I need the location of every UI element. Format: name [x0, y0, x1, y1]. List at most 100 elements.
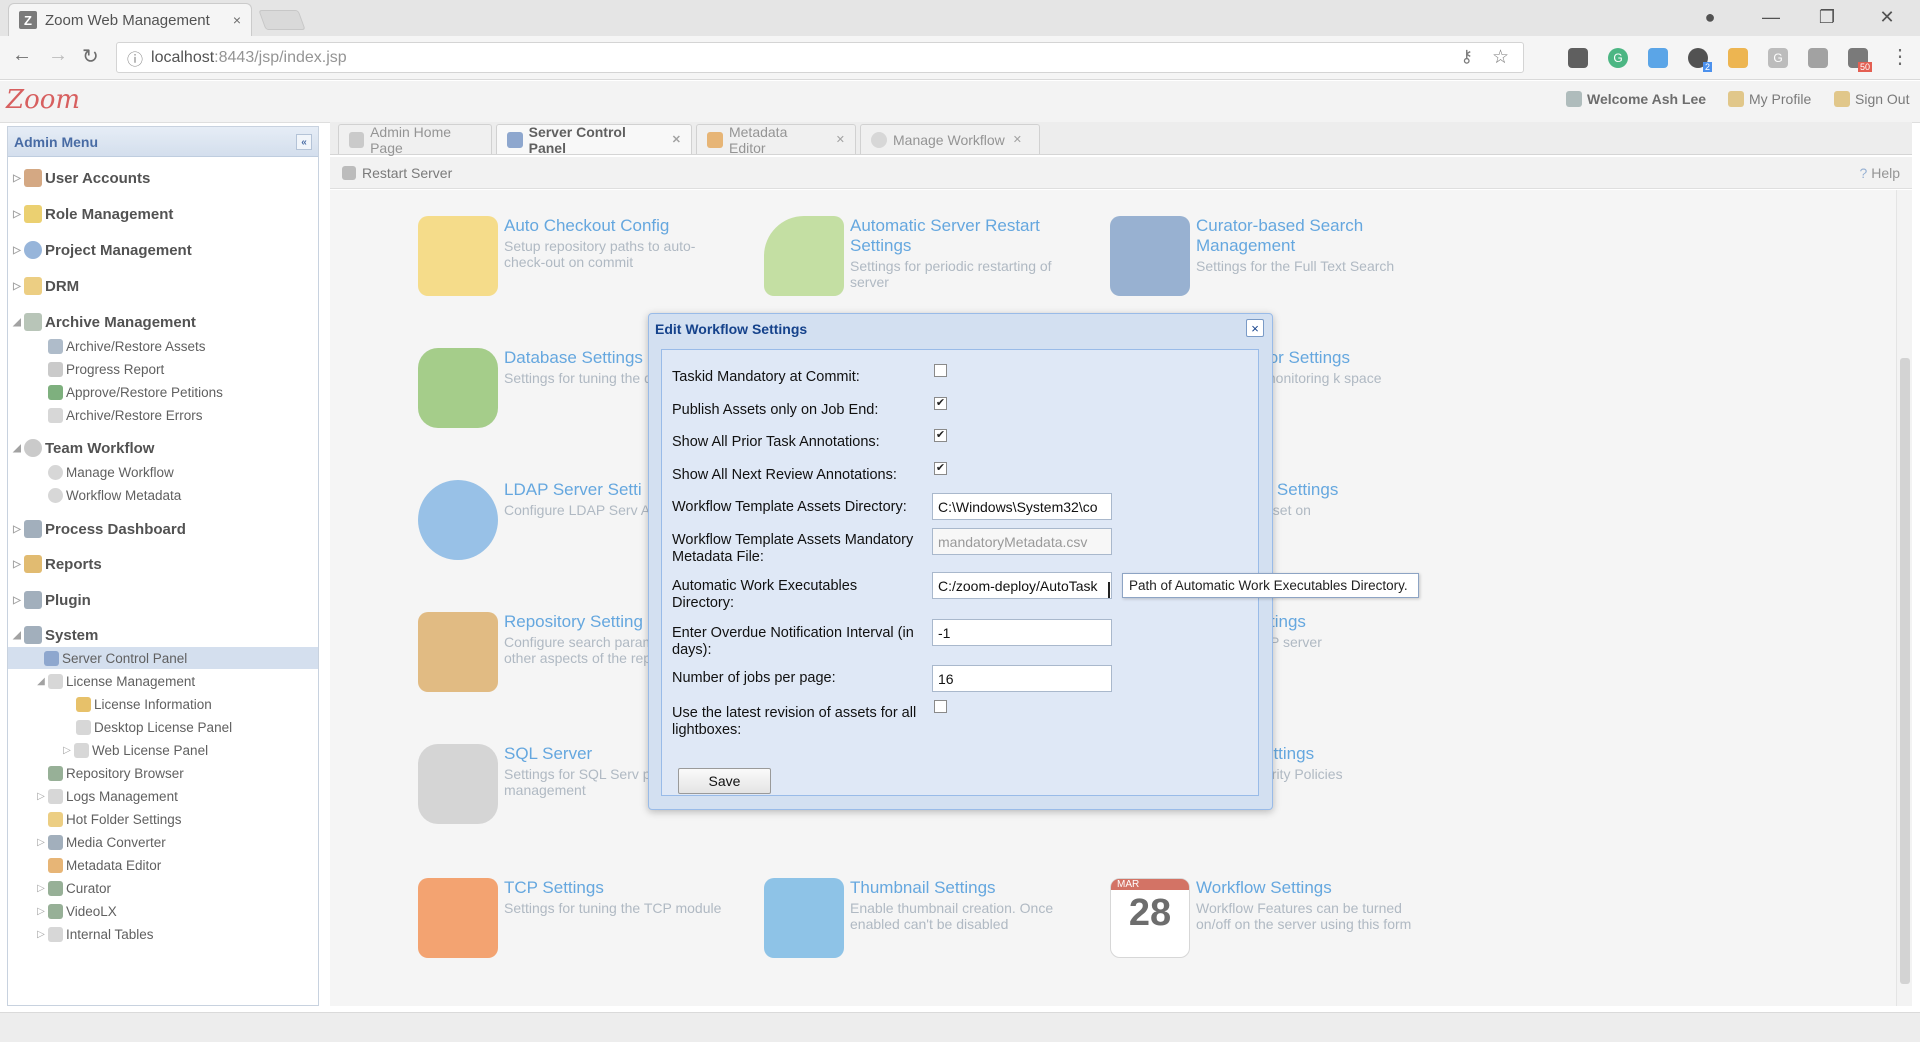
- sidebar-label: Process Dashboard: [45, 520, 186, 538]
- auto-exec-input[interactable]: [932, 572, 1112, 599]
- reload-icon[interactable]: ↻: [82, 44, 99, 69]
- extension-icon-1[interactable]: [1568, 48, 1588, 68]
- sidebar-item-license-management[interactable]: ◢ License Management: [34, 670, 195, 692]
- sidebar-item-manage-workflow[interactable]: Manage Workflow: [48, 461, 174, 483]
- sidebar-item-server-control-panel[interactable]: Server Control Panel: [8, 647, 318, 669]
- card-curator-search[interactable]: Curator-based Search Management Settings …: [1110, 216, 1440, 306]
- new-tab-button[interactable]: [258, 10, 306, 30]
- sign-out-link[interactable]: Sign Out: [1834, 91, 1909, 107]
- sidebar-item-hot-folder-settings[interactable]: Hot Folder Settings: [48, 808, 182, 830]
- scrollbar-thumb[interactable]: [1900, 358, 1910, 984]
- tab-server-control-panel[interactable]: Server Control Panel ✕: [496, 124, 692, 156]
- sidebar-item-web-license-panel[interactable]: ▷ Web License Panel: [60, 739, 208, 761]
- key-icon: [76, 696, 91, 712]
- sidebar-item-curator[interactable]: ▷ Curator: [34, 877, 111, 899]
- sidebar-label: Team Workflow: [45, 439, 155, 457]
- sidebar-item-system[interactable]: ◢ System: [10, 624, 98, 646]
- sidebar-item-workflow-metadata[interactable]: Workflow Metadata: [48, 484, 181, 506]
- card-auto-checkout[interactable]: Auto Checkout Config Setup repository pat…: [418, 216, 748, 306]
- template-dir-input[interactable]: [932, 493, 1112, 520]
- next-annotations-checkbox[interactable]: ✔: [934, 462, 947, 475]
- moon-extension-icon[interactable]: 2: [1688, 48, 1712, 72]
- sidebar-label: Archive/Restore Errors: [66, 407, 203, 423]
- latest-revision-checkbox[interactable]: [934, 700, 947, 713]
- restore-icon[interactable]: ❐: [1800, 0, 1854, 34]
- collapse-icon[interactable]: «: [296, 134, 312, 150]
- sidebar-item-role-management[interactable]: ▷ Role Management: [10, 203, 173, 225]
- card-monitor-settings[interactable]: tor Settings monitoring k space: [1264, 348, 1464, 438]
- sidebar-item-team-workflow[interactable]: ◢ Team Workflow: [10, 437, 154, 459]
- key-icon[interactable]: ⚷: [1461, 47, 1473, 67]
- curator-icon: [48, 880, 63, 896]
- sidebar-item-videolx[interactable]: ▷ VideoLX: [34, 900, 117, 922]
- extension-icon-5[interactable]: [1728, 48, 1748, 68]
- sidebar-item-archive-management[interactable]: ◢ Archive Management: [10, 311, 196, 333]
- jobs-per-page-input[interactable]: [932, 665, 1112, 692]
- sidebar-item-archive-restore-errors[interactable]: Archive/Restore Errors: [48, 404, 203, 426]
- restart-server-button[interactable]: Restart Server: [342, 165, 452, 181]
- grammarly-icon[interactable]: G: [1608, 48, 1628, 68]
- sidebar-item-drm[interactable]: ▷ DRM: [10, 275, 79, 297]
- latest-revision-label: Use the latest revision of assets for al…: [672, 705, 917, 738]
- address-bar[interactable]: ⓘ localhost:8443/jsp/index.jsp ⚷ ☆: [116, 42, 1524, 73]
- sign-out-label: Sign Out: [1855, 91, 1910, 107]
- tab-label: Admin Home Page: [370, 123, 452, 156]
- sidebar-item-progress-report[interactable]: Progress Report: [48, 358, 164, 380]
- sidebar-item-process-dashboard[interactable]: ▷ Process Dashboard: [10, 518, 186, 540]
- extension-icon-7[interactable]: [1808, 48, 1828, 68]
- extension-icon-8[interactable]: 50: [1848, 48, 1872, 72]
- sidebar-item-archive-restore-assets[interactable]: Archive/Restore Assets: [48, 335, 206, 357]
- extension-icon-6[interactable]: G: [1768, 48, 1788, 68]
- sidebar-item-internal-tables[interactable]: ▷ Internal Tables: [34, 923, 154, 945]
- panel-scrollbar[interactable]: [1896, 190, 1912, 1006]
- sidebar-item-media-converter[interactable]: ▷ Media Converter: [34, 831, 166, 853]
- tab-label: Metadata Editor: [728, 123, 788, 156]
- taskid-checkbox[interactable]: [934, 364, 947, 377]
- extension-icon-3[interactable]: [1648, 48, 1668, 68]
- browser-menu-icon[interactable]: ⋮: [1890, 44, 1910, 69]
- card-workflow-settings[interactable]: MAR 28 Workflow Settings Workflow Feature…: [1110, 878, 1440, 968]
- tab-close-icon[interactable]: ✕: [1013, 133, 1022, 146]
- card-title: et Settings: [1258, 480, 1339, 499]
- sidebar-item-approve-restore-petitions[interactable]: Approve/Restore Petitions: [48, 381, 223, 403]
- dialog-close-icon[interactable]: ×: [1246, 319, 1264, 337]
- sidebar-item-desktop-license-panel[interactable]: Desktop License Panel: [76, 716, 232, 738]
- sidebar-item-user-accounts[interactable]: ▷ User Accounts: [10, 167, 150, 189]
- account-icon[interactable]: ●: [1683, 0, 1737, 34]
- sidebar-item-plugin[interactable]: ▷ Plugin: [10, 589, 91, 611]
- prior-annotations-checkbox[interactable]: ✔: [934, 429, 947, 442]
- check-shield-icon: [48, 384, 63, 400]
- publish-checkbox[interactable]: ✔: [934, 397, 947, 410]
- sidebar-item-license-information[interactable]: License Information: [76, 693, 212, 715]
- card-tcp-settings[interactable]: TCP Settings Settings for tuning the TCP …: [418, 878, 748, 968]
- star-icon[interactable]: ☆: [1492, 46, 1509, 69]
- card-title: tor Settings: [1264, 348, 1350, 367]
- sidebar-item-metadata-editor[interactable]: Metadata Editor: [48, 854, 161, 876]
- my-profile-link[interactable]: My Profile: [1728, 91, 1811, 107]
- sidebar-item-logs-management[interactable]: ▷ Logs Management: [34, 785, 178, 807]
- back-icon[interactable]: ←: [12, 44, 32, 67]
- tab-close-icon[interactable]: ×: [233, 12, 241, 28]
- minimize-icon[interactable]: —: [1744, 0, 1798, 34]
- sidebar-item-reports[interactable]: ▷ Reports: [10, 553, 102, 575]
- tab-admin-home-page[interactable]: Admin Home Page: [338, 123, 492, 156]
- browser-tab[interactable]: Z Zoom Web Management ×: [8, 3, 252, 36]
- tab-manage-workflow[interactable]: Manage Workflow ✕: [860, 124, 1040, 154]
- sidebar-item-project-management[interactable]: ▷ Project Management: [10, 239, 192, 261]
- card-automatic-server-restart[interactable]: Automatic Server Restart Settings Setting…: [764, 216, 1094, 306]
- save-button[interactable]: Save: [678, 768, 771, 794]
- metadata-file-input[interactable]: [932, 528, 1112, 555]
- forward-icon[interactable]: →: [48, 44, 68, 67]
- card-asset-settings[interactable]: et Settings asset on: [1258, 480, 1458, 570]
- help-button[interactable]: ? Help: [1860, 165, 1900, 181]
- tab-close-icon[interactable]: ✕: [836, 133, 845, 146]
- extension-badge-2: 50: [1857, 62, 1872, 72]
- sidebar-item-repository-browser[interactable]: Repository Browser: [48, 762, 184, 784]
- tab-close-icon[interactable]: ✕: [672, 133, 681, 146]
- card-server-settings[interactable]: tings P server: [1270, 612, 1470, 702]
- window-close-icon[interactable]: ✕: [1860, 0, 1914, 34]
- tab-metadata-editor[interactable]: Metadata Editor ✕: [696, 123, 856, 156]
- card-thumbnail-settings[interactable]: Thumbnail Settings Enable thumbnail creat…: [764, 878, 1094, 968]
- overdue-input[interactable]: [932, 619, 1112, 646]
- card-security-settings[interactable]: ettings urity Policies: [1264, 744, 1464, 834]
